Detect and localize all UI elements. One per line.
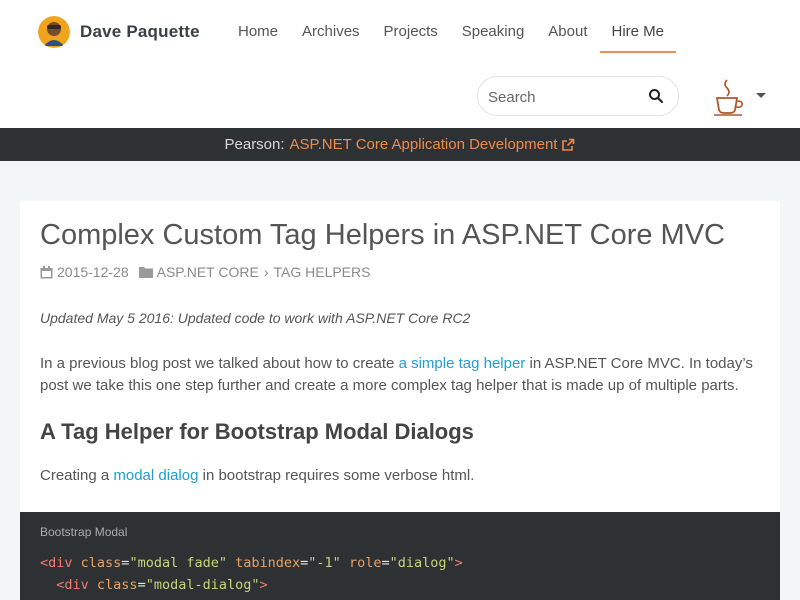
brand-name: Dave Paquette bbox=[80, 22, 200, 41]
code-string: "modal fade" bbox=[129, 555, 227, 571]
search-input[interactable] bbox=[488, 86, 638, 108]
code-line-1: <div class="modal fade" tabindex="-1" ro… bbox=[40, 555, 463, 571]
code-block-title: Bootstrap Modal bbox=[40, 525, 128, 539]
code-string: "dialog" bbox=[389, 555, 455, 571]
code-tag-open: <div bbox=[40, 555, 73, 571]
search-icon[interactable] bbox=[648, 88, 664, 104]
code-eq: = bbox=[137, 577, 146, 593]
nav-hire-me[interactable]: Hire Me bbox=[599, 10, 677, 53]
code-attr: class bbox=[80, 555, 122, 571]
post-card: Complex Custom Tag Helpers in ASP.NET Co… bbox=[20, 201, 780, 512]
code-string: "modal-dialog" bbox=[145, 577, 260, 593]
promo-bar: Pearson: ASP.NET Core Application Develo… bbox=[0, 128, 800, 161]
code-content: <div class="modal fade" tabindex="-1" ro… bbox=[40, 552, 463, 596]
promo-prefix: Pearson: bbox=[224, 136, 285, 153]
modal-paragraph: Creating a modal dialog in bootstrap req… bbox=[40, 467, 474, 484]
chevron-down-icon[interactable] bbox=[756, 93, 766, 98]
intro-paragraph: In a previous blog post we talked about … bbox=[40, 353, 760, 397]
brand-link[interactable]: Dave Paquette bbox=[38, 15, 200, 49]
post-date: 2015-12-28 bbox=[57, 264, 129, 280]
nav-home[interactable]: Home bbox=[226, 10, 290, 53]
nav-about[interactable]: About bbox=[536, 10, 599, 53]
code-tag-open: <div bbox=[56, 577, 89, 593]
modal-dialog-link[interactable]: modal dialog bbox=[113, 467, 198, 484]
folder-icon bbox=[138, 267, 153, 278]
coffee-cup-icon[interactable] bbox=[711, 78, 747, 116]
modal-text-start: Creating a bbox=[40, 467, 114, 484]
nav-speaking[interactable]: Speaking bbox=[450, 10, 537, 53]
external-link-icon[interactable] bbox=[561, 138, 575, 152]
post-title: Complex Custom Tag Helpers in ASP.NET Co… bbox=[40, 219, 725, 251]
nav-projects[interactable]: Projects bbox=[372, 10, 450, 53]
modal-text-end: in bootstrap requires some verbose html. bbox=[198, 467, 475, 484]
category-link[interactable]: ASP.NET CORE bbox=[157, 264, 259, 280]
site-header: Dave Paquette Home Archives Projects Spe… bbox=[0, 0, 800, 128]
main-nav: Home Archives Projects Speaking About Hi… bbox=[226, 10, 677, 53]
code-attr: tabindex bbox=[235, 555, 301, 571]
subcategory-link[interactable]: TAG HELPERS bbox=[273, 264, 370, 280]
code-tag-close: > bbox=[259, 577, 268, 593]
code-eq: = bbox=[381, 555, 390, 571]
avatar bbox=[38, 16, 70, 48]
code-attr: role bbox=[348, 555, 382, 571]
code-line-2: <div class="modal-dialog"> bbox=[40, 577, 268, 593]
promo-link[interactable]: ASP.NET Core Application Development bbox=[290, 136, 558, 153]
code-attr: class bbox=[96, 577, 138, 593]
simple-tag-helper-link[interactable]: a simple tag helper bbox=[399, 355, 526, 372]
nav-archives[interactable]: Archives bbox=[290, 10, 372, 53]
breadcrumb-separator: › bbox=[263, 264, 269, 280]
calendar-icon bbox=[40, 265, 53, 278]
code-string: "-1" bbox=[308, 555, 341, 571]
search-box bbox=[477, 76, 679, 116]
post-meta: 2015-12-28 ASP.NET CORE › TAG HELPERS bbox=[40, 264, 370, 280]
intro-text-start: In a previous blog post we talked about … bbox=[40, 355, 399, 372]
updated-note: Updated May 5 2016: Updated code to work… bbox=[40, 310, 471, 326]
code-tag-close: > bbox=[454, 555, 463, 571]
section-heading: A Tag Helper for Bootstrap Modal Dialogs bbox=[40, 419, 474, 444]
code-block: Bootstrap Modal <div class="modal fade" … bbox=[20, 512, 780, 600]
